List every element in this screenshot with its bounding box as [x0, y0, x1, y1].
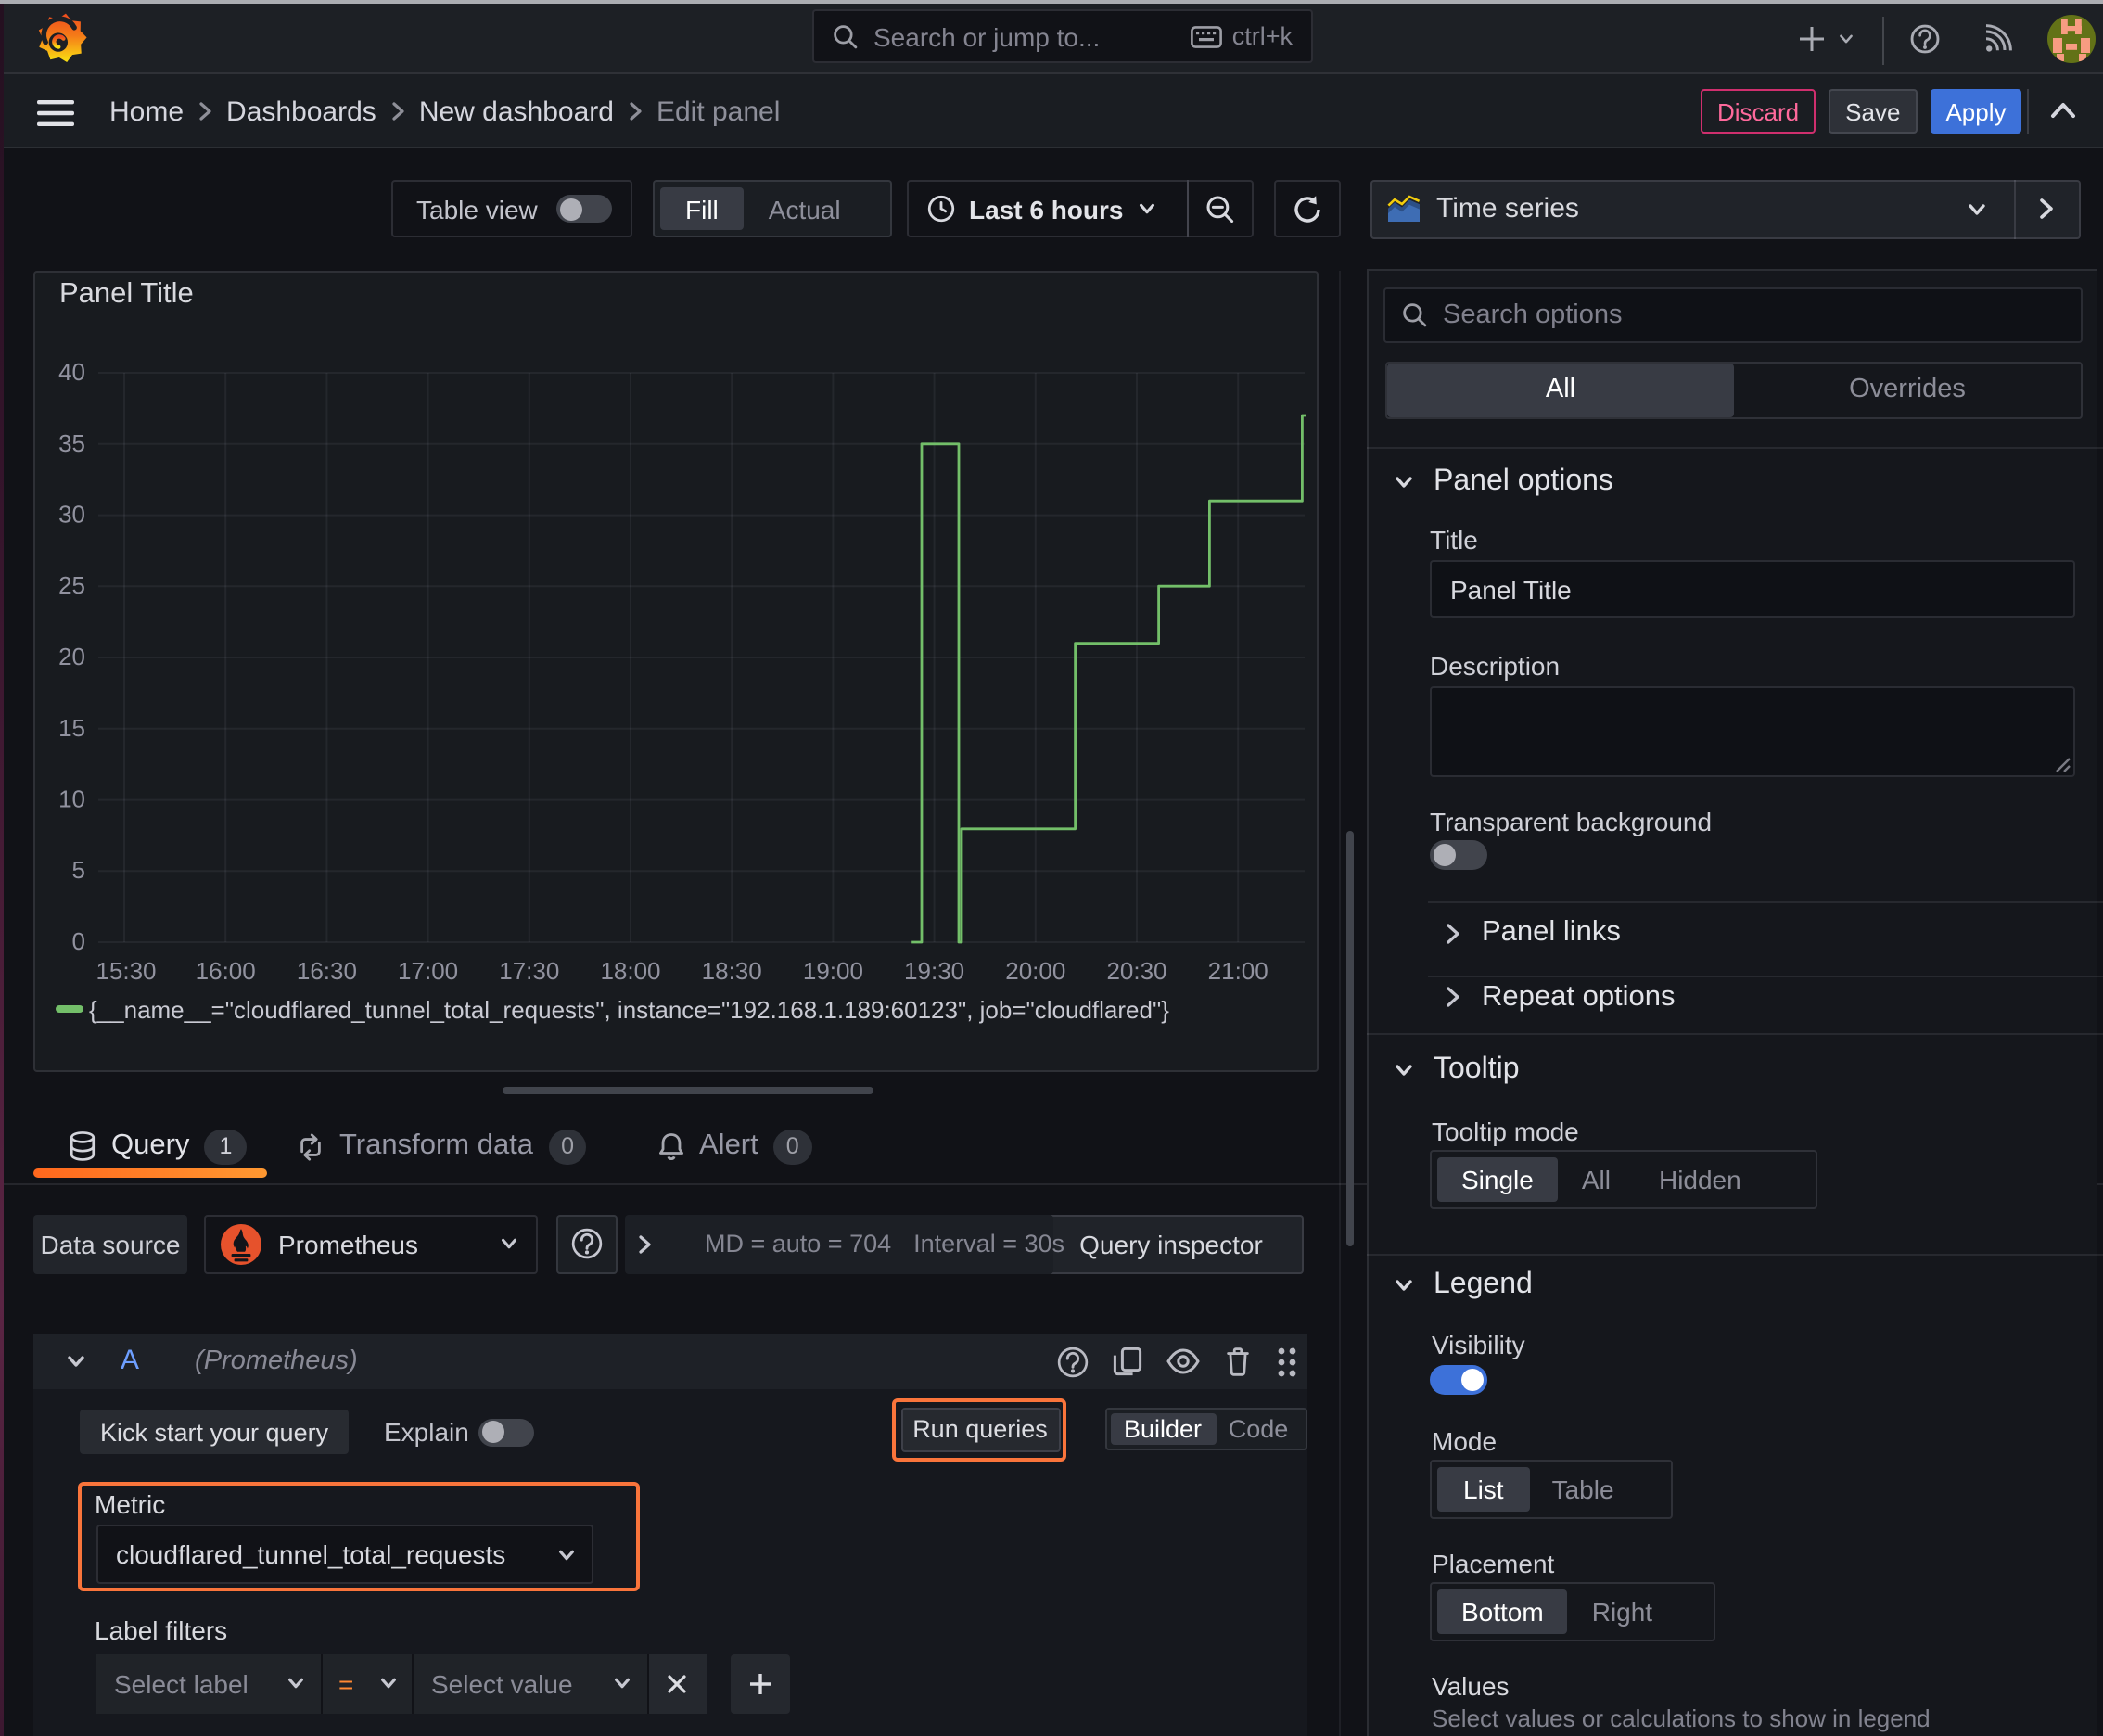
- svg-text:17:00: 17:00: [398, 957, 458, 985]
- svg-text:25: 25: [58, 571, 85, 599]
- svg-text:0: 0: [72, 927, 85, 955]
- svg-text:{__name__="cloudflared_tunnel_: {__name__="cloudflared_tunnel_total_requ…: [89, 996, 1169, 1024]
- svg-text:5: 5: [72, 856, 85, 884]
- svg-text:10: 10: [58, 785, 85, 813]
- svg-text:35: 35: [58, 429, 85, 457]
- svg-text:20: 20: [58, 643, 85, 670]
- svg-text:18:30: 18:30: [702, 957, 762, 985]
- svg-text:16:30: 16:30: [297, 957, 357, 985]
- svg-text:17:30: 17:30: [499, 957, 559, 985]
- svg-text:20:00: 20:00: [1005, 957, 1065, 985]
- svg-text:40: 40: [58, 358, 85, 386]
- svg-text:21:00: 21:00: [1208, 957, 1268, 985]
- svg-text:20:30: 20:30: [1106, 957, 1166, 985]
- svg-text:19:30: 19:30: [904, 957, 964, 985]
- svg-text:15: 15: [58, 714, 85, 742]
- svg-text:19:00: 19:00: [803, 957, 863, 985]
- svg-text:30: 30: [58, 501, 85, 529]
- svg-text:18:00: 18:00: [600, 957, 660, 985]
- svg-text:16:00: 16:00: [196, 957, 256, 985]
- svg-text:15:30: 15:30: [96, 957, 156, 985]
